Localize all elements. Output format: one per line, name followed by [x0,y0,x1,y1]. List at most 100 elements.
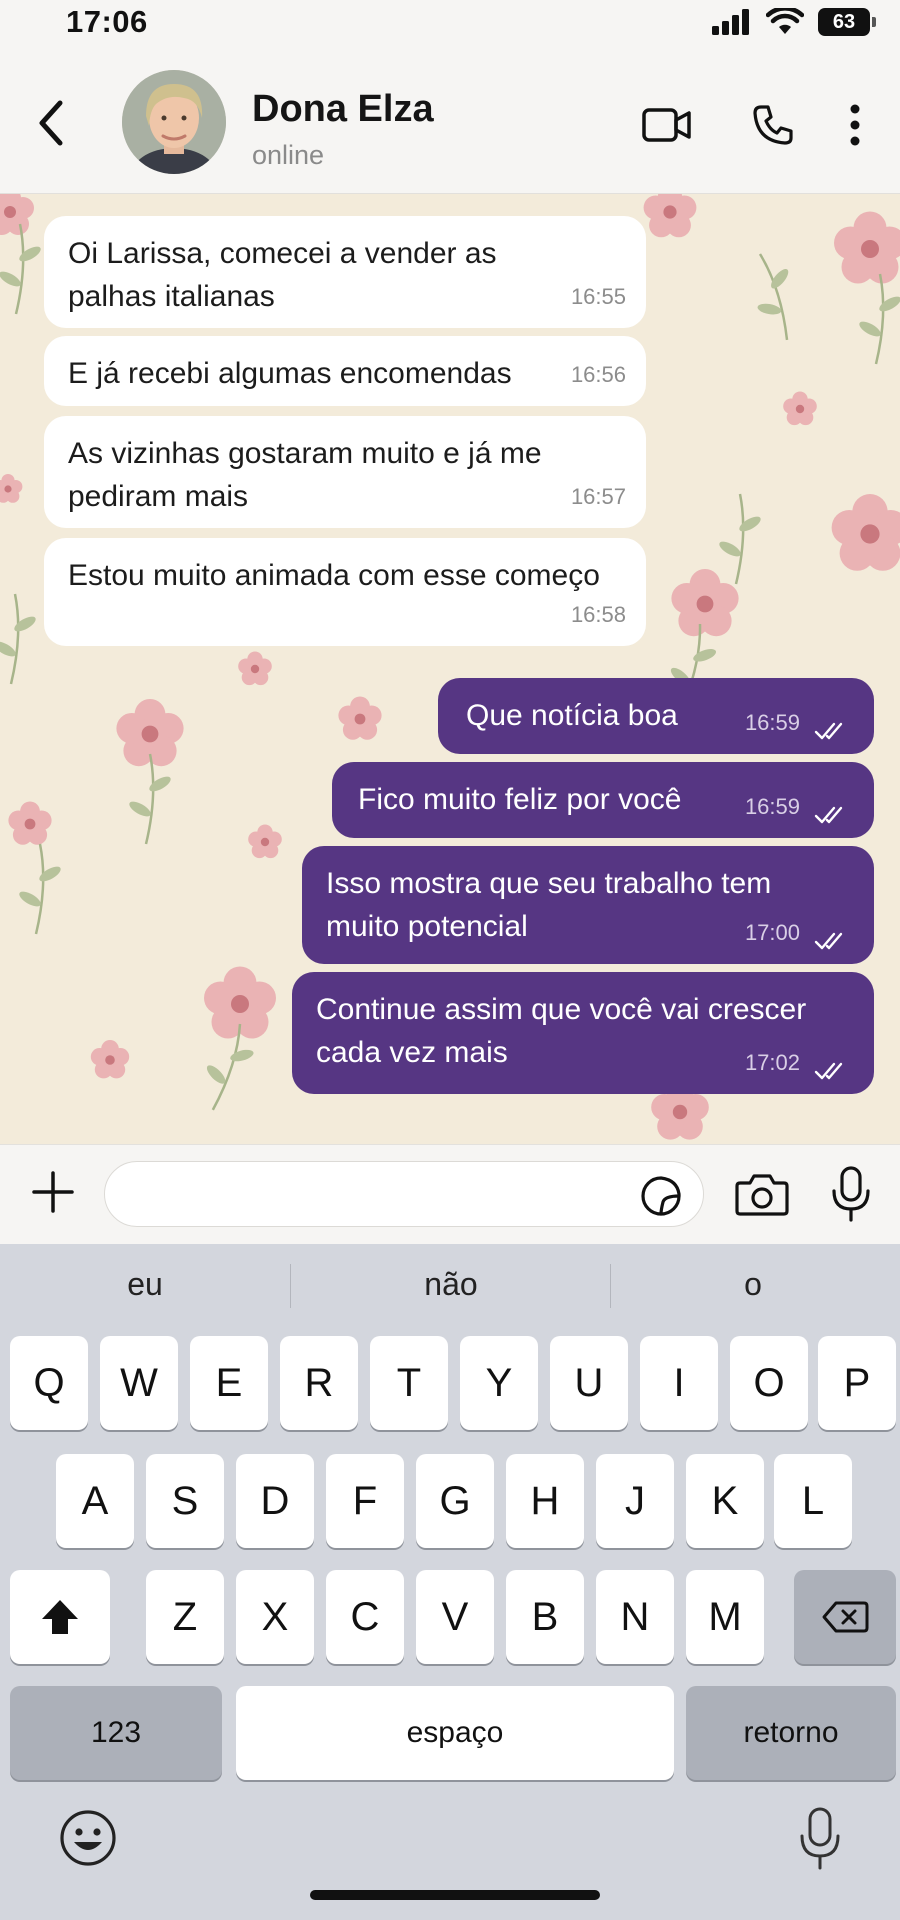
video-call-button[interactable] [640,98,694,152]
message-text: E já recebi algumas encomendas [68,357,512,390]
more-icon [850,104,860,146]
key-x[interactable]: X [236,1570,314,1664]
contact-status: online [252,140,325,170]
return-key[interactable]: retorno [686,1686,896,1780]
key-g[interactable]: G [416,1454,494,1548]
message-outgoing[interactable]: Isso mostra que seu trabalho tem muito p… [302,846,874,964]
signal-icon [712,9,749,35]
message-field[interactable] [104,1161,704,1227]
message-time: 16:56 [570,362,626,387]
read-receipt-icon [814,806,843,824]
message-input-bar [0,1144,900,1244]
message-incoming[interactable]: As vizinhas gostaram muito e já me pedir… [44,416,646,528]
suggestion-divider [290,1264,291,1308]
message-text: Que notícia boa [466,699,678,732]
voice-call-button[interactable] [746,98,800,152]
chat-area[interactable]: Oi Larissa, comecei a vender as palhas i… [0,194,900,1144]
dictation-button[interactable] [796,1806,844,1872]
shift-icon [42,1600,78,1634]
key-b[interactable]: B [506,1570,584,1664]
read-receipt-icon [814,1062,843,1080]
message-time: 16:59 [744,794,800,819]
key-p[interactable]: P [818,1336,896,1430]
backspace-key[interactable] [794,1570,896,1664]
key-h[interactable]: H [506,1454,584,1548]
message-text: Oi Larissa, comecei a vender as palhas i… [68,237,497,313]
space-key[interactable]: espaço [236,1686,674,1780]
contact-name[interactable]: Dona Elza [252,88,434,131]
status-time: 17:06 [66,4,148,39]
message-outgoing[interactable]: Que notícia boa 16:59 [438,678,874,754]
message-text: Isso mostra que seu trabalho tem muito p… [326,867,772,943]
dictation-icon [800,1807,840,1870]
numbers-key[interactable]: 123 [10,1686,222,1780]
shift-key[interactable] [10,1570,110,1664]
message-incoming[interactable]: Oi Larissa, comecei a vender as palhas i… [44,216,646,328]
read-receipt-icon [814,932,843,950]
emoji-button[interactable] [58,1808,118,1868]
key-u[interactable]: U [550,1336,628,1430]
suggestion-item[interactable]: eu [0,1266,290,1303]
message-time: 16:58 [570,602,626,627]
message-time: 17:00 [744,920,800,945]
key-d[interactable]: D [236,1454,314,1548]
read-receipt-icon [814,722,843,740]
backspace-icon [822,1601,869,1633]
message-time: 16:55 [570,284,626,309]
key-n[interactable]: N [596,1570,674,1664]
key-v[interactable]: V [416,1570,494,1664]
key-o[interactable]: O [730,1336,808,1430]
message-incoming[interactable]: E já recebi algumas encomendas 16:56 [44,336,646,406]
key-k[interactable]: K [686,1454,764,1548]
key-j[interactable]: J [596,1454,674,1548]
battery-icon: 63 [818,8,876,36]
key-f[interactable]: F [326,1454,404,1548]
camera-button[interactable] [734,1169,790,1219]
avatar-image [122,70,226,174]
key-l[interactable]: L [774,1454,852,1548]
message-incoming[interactable]: Estou muito animada com esse começo 16:5… [44,538,646,646]
keyboard: eu não o Q W E R T Y U I O P A S D F G H… [0,1244,900,1920]
video-call-icon [642,108,691,142]
microphone-icon [832,1166,870,1222]
back-icon [39,100,63,146]
home-indicator[interactable] [310,1890,600,1900]
back-button[interactable] [30,93,74,153]
suggestion-item[interactable]: o [608,1266,898,1303]
key-t[interactable]: T [370,1336,448,1430]
phone-icon [753,105,793,145]
message-time: 17:02 [744,1050,800,1075]
message-text: As vizinhas gostaram muito e já me pedir… [68,437,542,513]
key-e[interactable]: E [190,1336,268,1430]
key-w[interactable]: W [100,1336,178,1430]
suggestion-item[interactable]: não [306,1266,596,1303]
key-r[interactable]: R [280,1336,358,1430]
key-m[interactable]: M [686,1570,764,1664]
message-outgoing[interactable]: Fico muito feliz por você 16:59 [332,762,874,838]
key-a[interactable]: A [56,1454,134,1548]
key-s[interactable]: S [146,1454,224,1548]
message-outgoing[interactable]: Continue assim que você vai crescer cada… [292,972,874,1094]
message-input[interactable] [129,1174,609,1214]
plus-icon [32,1171,74,1213]
message-text: Estou muito animada com esse começo [68,559,600,592]
status-icons: 63 [712,8,876,36]
camera-icon [735,1174,789,1216]
more-options-button[interactable] [828,98,882,152]
key-y[interactable]: Y [460,1336,538,1430]
voice-message-button[interactable] [826,1165,876,1223]
chat-header: Dona Elza online [0,48,900,194]
avatar[interactable] [122,70,226,174]
wifi-icon [766,8,804,34]
sticker-icon [641,1176,681,1216]
emoji-icon [60,1810,116,1866]
message-text: Fico muito feliz por você [358,783,682,816]
key-q[interactable]: Q [10,1336,88,1430]
sticker-button[interactable] [639,1174,683,1218]
attach-button[interactable] [28,1167,78,1217]
key-i[interactable]: I [640,1336,718,1430]
key-z[interactable]: Z [146,1570,224,1664]
message-time: 16:57 [570,484,626,509]
message-time: 16:59 [744,710,800,735]
key-c[interactable]: C [326,1570,404,1664]
